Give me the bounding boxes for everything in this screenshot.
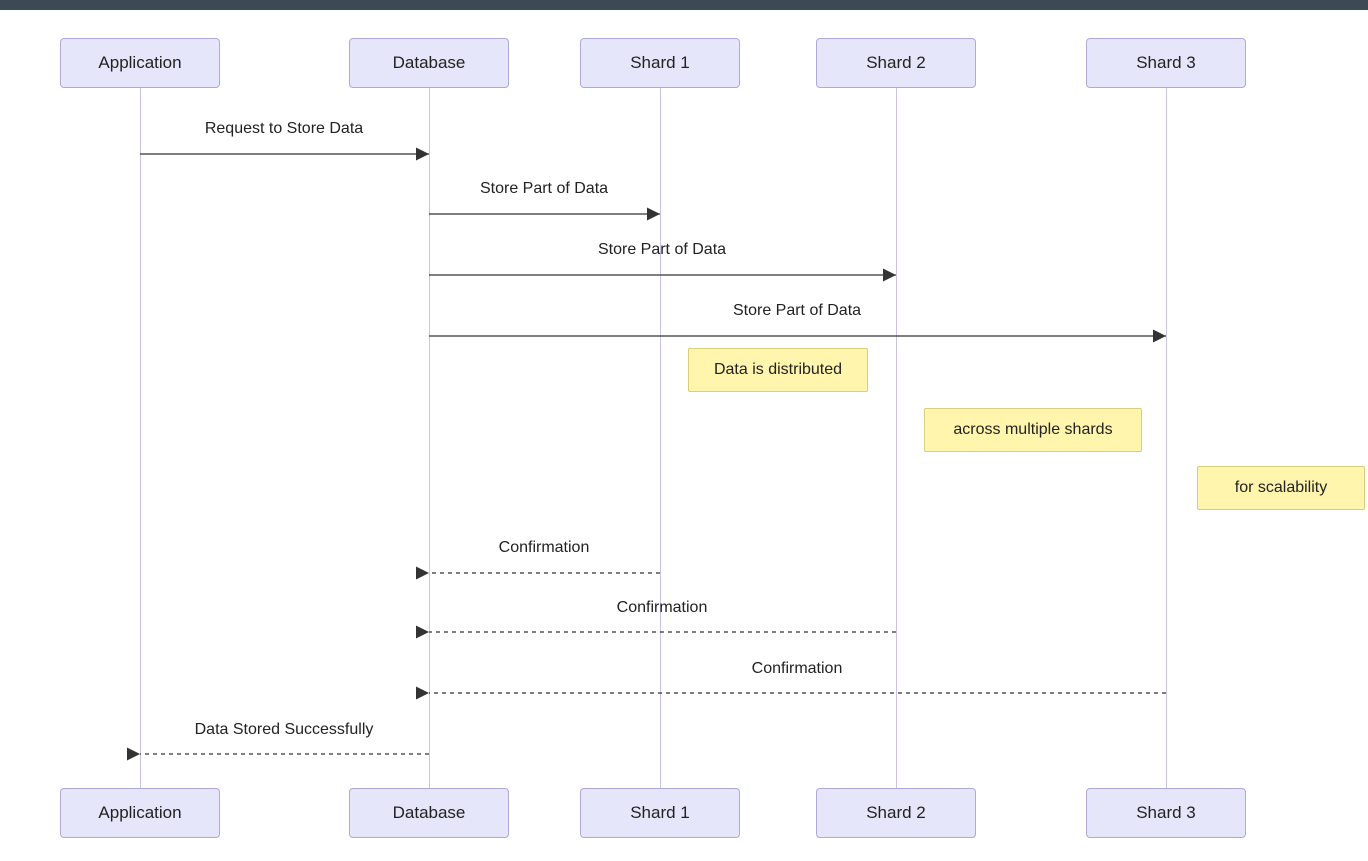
msg-request-store: Request to Store Data <box>205 120 363 138</box>
lifeline-application <box>140 88 141 788</box>
participant-shard3-bottom: Shard 3 <box>1086 788 1246 838</box>
msg-confirmation-s3: Confirmation <box>752 660 843 678</box>
participant-shard1-bottom: Shard 1 <box>580 788 740 838</box>
msg-store-part-s2: Store Part of Data <box>598 241 726 259</box>
note-for-scalability: for scalability <box>1197 466 1365 510</box>
participant-application-bottom: Application <box>60 788 220 838</box>
participant-label: Shard 3 <box>1136 53 1196 72</box>
note-text: across multiple shards <box>953 421 1112 438</box>
msg-confirmation-s2: Confirmation <box>617 599 708 617</box>
participant-shard2-top: Shard 2 <box>816 38 976 88</box>
msg-data-stored: Data Stored Successfully <box>195 721 374 739</box>
participant-database-bottom: Database <box>349 788 509 838</box>
msg-confirmation-s1: Confirmation <box>499 539 590 557</box>
participant-label: Shard 1 <box>630 803 690 822</box>
participant-label: Shard 1 <box>630 53 690 72</box>
participant-application-top: Application <box>60 38 220 88</box>
participant-shard3-top: Shard 3 <box>1086 38 1246 88</box>
lifeline-shard2 <box>896 88 897 788</box>
participant-database-top: Database <box>349 38 509 88</box>
msg-store-part-s3: Store Part of Data <box>733 302 861 320</box>
top-bar <box>0 0 1368 10</box>
participant-label: Database <box>393 53 466 72</box>
participant-label: Application <box>98 803 181 822</box>
msg-store-part-s1: Store Part of Data <box>480 180 608 198</box>
participant-label: Shard 3 <box>1136 803 1196 822</box>
participant-label: Application <box>98 53 181 72</box>
note-text: for scalability <box>1235 479 1327 496</box>
participant-label: Shard 2 <box>866 803 926 822</box>
sequence-diagram: Application Database Shard 1 Shard 2 Sha… <box>0 10 1368 861</box>
lifeline-database <box>429 88 430 788</box>
participant-label: Database <box>393 803 466 822</box>
note-data-distributed: Data is distributed <box>688 348 868 392</box>
note-across-shards: across multiple shards <box>924 408 1142 452</box>
participant-shard1-top: Shard 1 <box>580 38 740 88</box>
lifeline-shard3 <box>1166 88 1167 788</box>
participant-shard2-bottom: Shard 2 <box>816 788 976 838</box>
participant-label: Shard 2 <box>866 53 926 72</box>
lifeline-shard1 <box>660 88 661 788</box>
note-text: Data is distributed <box>714 361 842 378</box>
